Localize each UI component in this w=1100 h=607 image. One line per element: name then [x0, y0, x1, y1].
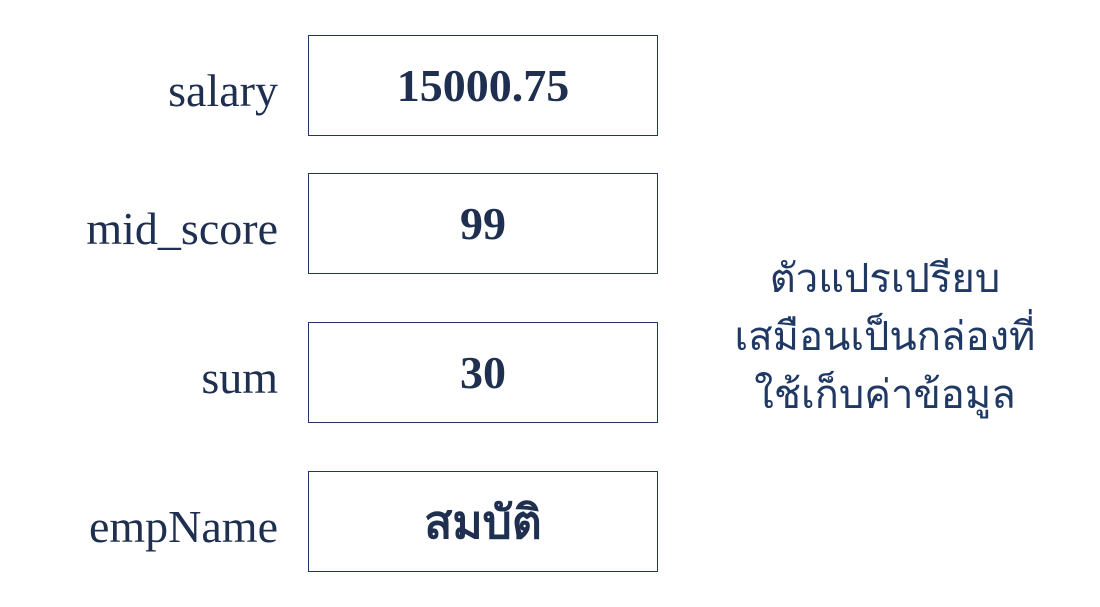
variable-name-label: salary: [168, 65, 278, 116]
caption-line-3: ใช้เก็บค่าข้อมูล: [754, 372, 1016, 418]
variable-value-box: 99: [308, 173, 658, 274]
variable-name-label: empName: [88, 501, 278, 552]
variable-row-salary: salary 15000.75: [0, 35, 660, 138]
caption-line-1: ตัวแปรเปรียบ: [769, 256, 1001, 302]
caption-line-2: เสมือนเป็นกล่องที่: [734, 314, 1036, 360]
variable-value-box: สมบัติ: [308, 471, 658, 572]
variable-value: 30: [460, 346, 506, 398]
variable-value: 15000.75: [396, 59, 570, 111]
explanation-caption: ตัวแปรเปรียบ เสมือนเป็นกล่องที่ ใช้เก็บค…: [680, 250, 1090, 424]
variable-row-sum: sum 30: [0, 322, 660, 425]
variable-row-empname: empName สมบัติ: [0, 471, 660, 574]
variable-name-label: mid_score: [86, 203, 278, 254]
variable-value: 99: [460, 197, 506, 249]
variable-value-box: 30: [308, 322, 658, 423]
variable-row-mid-score: mid_score 99: [0, 173, 660, 276]
variable-value: สมบัติ: [424, 494, 542, 549]
variable-name-label: sum: [201, 352, 278, 403]
variable-value-box: 15000.75: [308, 35, 658, 136]
